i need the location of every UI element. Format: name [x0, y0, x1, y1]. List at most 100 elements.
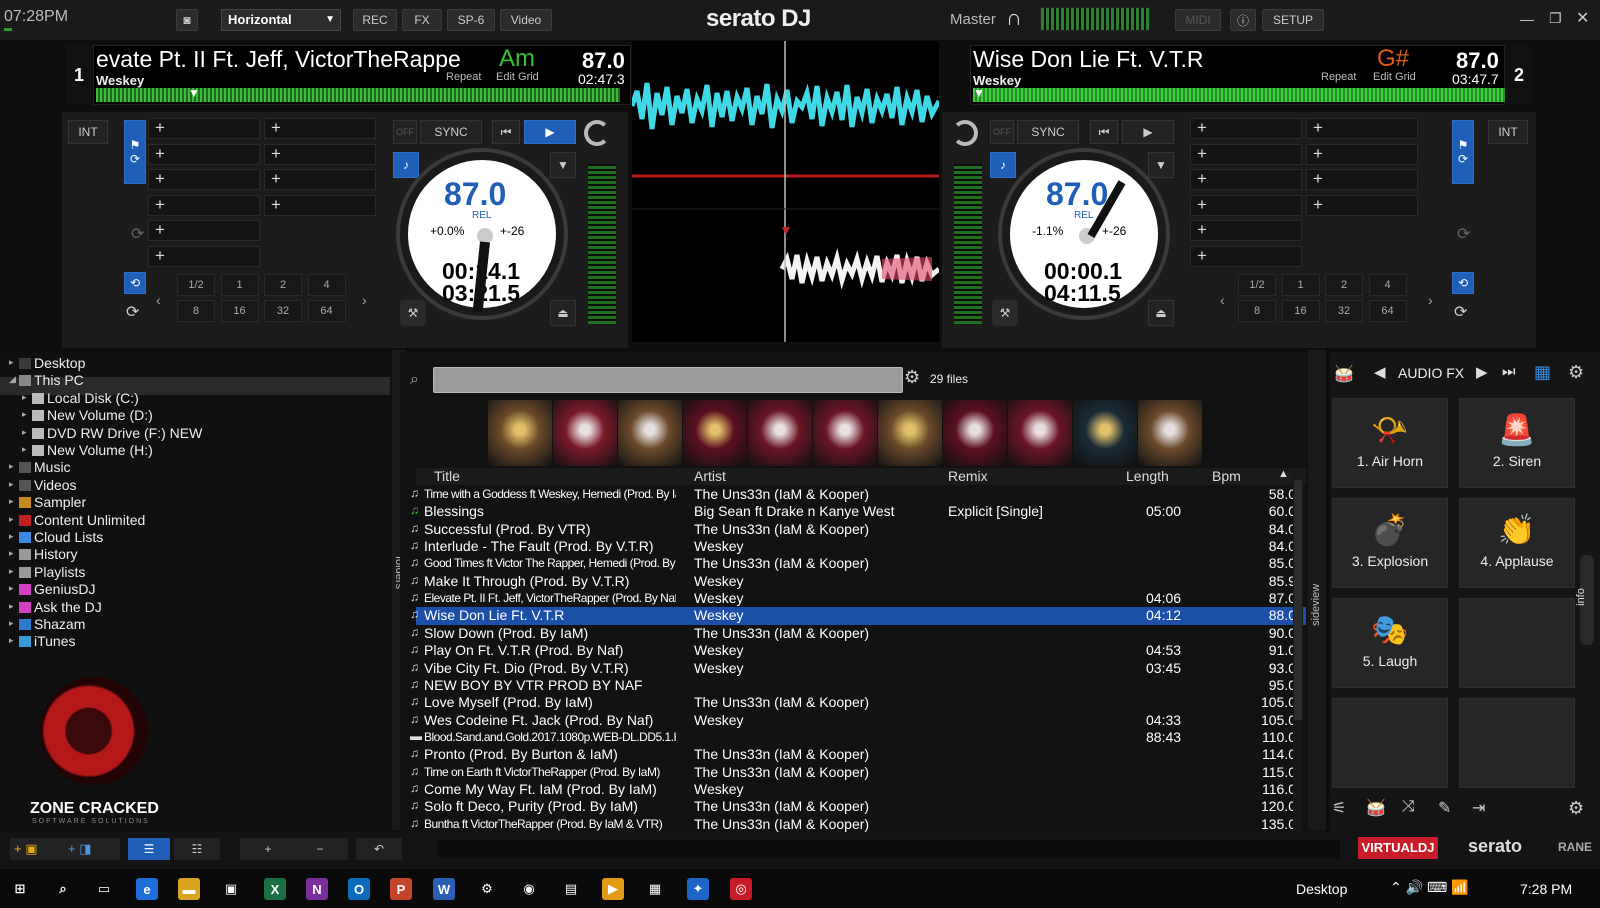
detail-view-icon[interactable]: ☷ — [174, 838, 220, 860]
deck-1-play-button[interactable]: ▶ — [524, 120, 576, 144]
tree-item-new-volume-h[interactable]: New Volume (H:) — [32, 442, 153, 458]
main-waveform-display[interactable] — [632, 41, 939, 342]
deck-1-overview-waveform[interactable] — [96, 88, 620, 102]
deck-2-beat-jump-7[interactable]: 32 — [1325, 300, 1363, 322]
deck-1-auto-loop-icon[interactable]: ⟲ — [124, 272, 146, 294]
deck-2-beat-jump-6[interactable]: 16 — [1281, 300, 1320, 322]
deck-1-sync-button[interactable]: SYNC — [420, 120, 482, 144]
deck-2-beat-jump-1[interactable]: 1/2 — [1238, 274, 1276, 296]
layout-select[interactable]: Horizontal ▼ — [221, 9, 341, 31]
rec-button[interactable]: REC — [353, 9, 397, 31]
deck-2-beat-jump-5[interactable]: 8 — [1238, 300, 1276, 322]
col-remix[interactable]: Remix — [948, 468, 988, 484]
deck-1-cue-slot-1[interactable]: + — [148, 118, 260, 139]
table-row[interactable]: ♫ Good Times ft Victor The Rapper, Hemedi… — [410, 555, 1306, 573]
fx-tile-5[interactable]: 🎭 5. Laugh — [1332, 598, 1448, 688]
deck-1-loop-prev-icon[interactable]: ‹ — [156, 292, 161, 308]
deck-1-beat-jump-8[interactable]: 64 — [307, 300, 346, 322]
deck-2-eject-icon[interactable]: ⏏ — [1148, 300, 1174, 326]
chrome-icon[interactable]: ◉ — [518, 878, 540, 900]
fx-next-icon[interactable]: ▶ — [1476, 363, 1488, 381]
deck-1-censor-icon[interactable]: ▼ — [550, 152, 576, 178]
table-row[interactable]: ♫ Buntha ft VictorTheRapper (Prod. By IaM… — [410, 816, 1306, 834]
fx-tile-3[interactable]: 💣 3. Explosion — [1332, 498, 1448, 588]
search-input[interactable] — [433, 367, 903, 393]
deck-2-sync-off[interactable]: OFF — [990, 120, 1014, 144]
table-row[interactable]: ♫ Blessings Big Sean ft Drake n Kanye West… — [410, 503, 1306, 521]
deck-2-int-button[interactable]: INT — [1488, 120, 1528, 144]
fx-tile-8[interactable] — [1459, 698, 1575, 788]
gear-icon[interactable]: ⚙ — [904, 367, 920, 388]
deck-1-loop-slot-2[interactable]: + — [264, 143, 376, 165]
album-art-11[interactable] — [1138, 400, 1202, 466]
windows-start-icon[interactable]: ⊞ — [9, 878, 31, 900]
sideview-tab[interactable]: sideview — [1308, 350, 1326, 830]
video-button[interactable]: Video — [500, 9, 552, 31]
minimize-icon[interactable]: — — [1520, 11, 1534, 27]
table-row[interactable]: ♫ Slow Down (Prod. By IaM) The Uns33n (IaM… — [410, 625, 1306, 643]
deck-2-loop-slot-2[interactable]: + — [1306, 143, 1418, 165]
tree-item-new-volume-d[interactable]: New Volume (D:) — [32, 407, 153, 423]
tree-item-itunes[interactable]: iTunes — [19, 633, 76, 649]
tree-expand-icon[interactable]: ▸ — [9, 618, 14, 629]
winrar-icon[interactable]: ▤ — [560, 878, 582, 900]
tree-expand-icon[interactable]: ▸ — [9, 496, 14, 507]
table-row[interactable]: ♫ Interlude - The Fault (Prod. By V.T.R) W… — [410, 538, 1306, 556]
col-title[interactable]: Title — [434, 468, 460, 484]
table-row[interactable]: ♫ Successful (Prod. By VTR) The Uns33n (Ia… — [410, 521, 1306, 539]
deck-2-slip-icon[interactable]: ⟳ — [1457, 224, 1470, 244]
tree-expand-icon[interactable]: ▸ — [22, 444, 27, 455]
deck-1-tool-icon[interactable]: ⚒ — [400, 300, 426, 326]
powerpoint-icon[interactable]: P — [390, 878, 412, 900]
tray-icons[interactable]: ⌃ 🔊 ⌨ 📶 — [1390, 879, 1468, 896]
sampler-icon[interactable]: 🥁 — [1334, 364, 1354, 384]
tree-expand-icon[interactable]: ▸ — [9, 461, 14, 472]
fx-mode-icon-2[interactable]: 🥁 — [1366, 798, 1386, 818]
col-artist[interactable]: Artist — [694, 468, 726, 484]
deck-2-loop-slot-4[interactable]: + — [1306, 194, 1418, 216]
col-bpm[interactable]: Bpm — [1212, 468, 1241, 484]
deck-2-cue-button[interactable]: ⏮ — [1090, 120, 1118, 144]
tree-item-videos[interactable]: Videos — [19, 477, 77, 493]
deck-2-play-button[interactable]: ▶ — [1122, 120, 1174, 144]
deck-2-loop-slot-1[interactable]: + — [1306, 118, 1418, 139]
tree-item-playlists[interactable]: Playlists — [19, 564, 85, 580]
photos-icon[interactable]: ▦ — [644, 878, 666, 900]
deck-2-beat-jump-8[interactable]: 64 — [1368, 300, 1407, 322]
setup-button[interactable]: SETUP — [1262, 9, 1324, 31]
deck-1-repeat[interactable]: Repeat — [446, 71, 481, 83]
deck-1-cue-slot-4[interactable]: + — [148, 194, 260, 216]
add-button[interactable]: + — [240, 838, 296, 860]
deck-1-sync-off[interactable]: OFF — [393, 120, 417, 144]
deck-2-cue-slot-6[interactable]: + — [1190, 245, 1302, 267]
deck-1-beat-jump-3[interactable]: 2 — [264, 274, 302, 296]
deck-1-beat-jump-4[interactable]: 4 — [307, 274, 346, 296]
deck-1-loop-next-icon[interactable]: › — [362, 292, 367, 308]
deck-1-beat-jump-2[interactable]: 1 — [220, 274, 259, 296]
deck-1-loop-slot-4[interactable]: + — [264, 194, 376, 216]
deck-1-eject-icon[interactable]: ⏏ — [550, 300, 576, 326]
tree-expand-icon[interactable]: ▸ — [9, 601, 14, 612]
search-icon[interactable]: ⌕ — [52, 878, 74, 900]
fx-prev-icon[interactable]: ◀ — [1374, 363, 1386, 381]
deck-1-beat-jump-7[interactable]: 32 — [264, 300, 302, 322]
table-row[interactable]: ♫ Vibe City Ft. Dio (Prod. By V.T.R) Weske… — [410, 660, 1306, 678]
close-icon[interactable]: ✕ — [1576, 8, 1589, 28]
deck-1-cue-slot-2[interactable]: + — [148, 143, 260, 165]
tree-item-dvd-rw-drive-f-new[interactable]: DVD RW Drive (F:) NEW — [32, 425, 202, 441]
deck-2-loop-slot-3[interactable]: + — [1306, 169, 1418, 190]
tool-icon[interactable]: ✦ — [687, 878, 709, 900]
tree-expand-icon[interactable]: ▸ — [9, 514, 14, 525]
fx-skip-icon[interactable]: ⏭ — [1502, 363, 1516, 380]
deck-1-cue-slot-3[interactable]: + — [148, 169, 260, 190]
tree-expand-icon[interactable]: ▸ — [9, 548, 14, 559]
deck-1-cue-slot-5[interactable]: + — [148, 220, 260, 241]
deck-1-cue-slot-6[interactable]: + — [148, 245, 260, 267]
tree-item-history[interactable]: History — [19, 546, 78, 562]
edit-icon[interactable]: ✎ — [1438, 798, 1451, 818]
deck-2-cue-slot-1[interactable]: + — [1190, 118, 1302, 139]
settings-icon[interactable]: ⚙ — [476, 878, 498, 900]
deck-1-int-button[interactable]: INT — [68, 120, 108, 144]
fx-tile-7[interactable] — [1332, 698, 1448, 788]
deck-1-slip-icon[interactable]: ⟳ — [131, 224, 144, 244]
